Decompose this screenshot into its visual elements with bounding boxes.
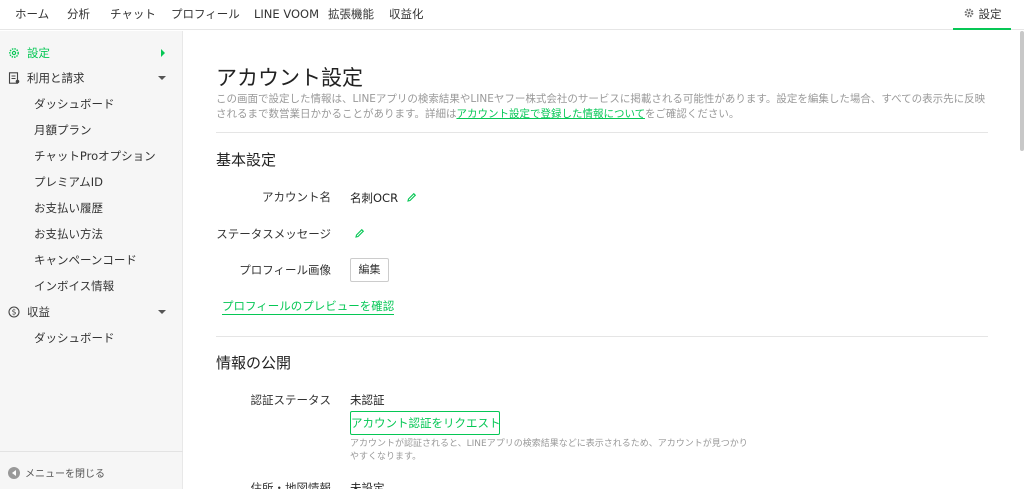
status-message-value [350, 227, 365, 241]
divider [216, 132, 988, 133]
sidebar-item-label: ダッシュボード [34, 97, 115, 111]
pencil-icon[interactable] [406, 192, 417, 203]
sidebar-item-payment-method[interactable]: お支払い方法 [0, 223, 183, 245]
gear-icon [964, 8, 973, 18]
divider [216, 336, 988, 337]
dollar-icon: $ [8, 306, 20, 318]
tab-settings-label: 設定 [978, 7, 1002, 21]
top-nav: ホーム 分析 チャット プロフィール LINE VOOM 拡張機能 収益化 設定 [0, 0, 1024, 30]
tab-extensions[interactable]: 拡張機能 [328, 0, 374, 30]
sidebar-item-label: チャットProオプション [34, 149, 156, 163]
verification-note: アカウントが認証されると、LINEアプリの検索結果などに表示されるため、アカウン… [350, 439, 748, 462]
section-title-basic: 基本設定 [216, 151, 277, 169]
sidebar: 設定 利用と請求 ダッシュボード 月額プラン チャットProオプション プレミア… [0, 31, 183, 489]
status-message-label: ステータスメッセージ [216, 227, 331, 241]
gear-icon [9, 48, 19, 58]
sidebar-item-revenue[interactable]: $ 収益 [0, 301, 183, 323]
sidebar-item-invoice[interactable]: インボイス情報 [0, 275, 183, 297]
chevron-right-icon [161, 49, 165, 57]
tab-settings[interactable]: 設定 [953, 0, 1011, 30]
verify-status-value: 未認証 [350, 393, 385, 407]
pencil-icon[interactable] [354, 228, 365, 239]
chevron-left-icon [8, 467, 20, 479]
sidebar-item-label: キャンペーンコード [34, 253, 137, 267]
tab-profile[interactable]: プロフィール [171, 0, 240, 30]
main-content: アカウント設定 この画面で設定した情報は、LINEアプリの検索結果やLINEヤフ… [184, 31, 1024, 489]
tab-chat[interactable]: チャット [110, 0, 156, 30]
account-name-value: 名刺OCR [350, 190, 417, 206]
address-value: 未設定 [350, 481, 385, 489]
sidebar-item-monthly-plan[interactable]: 月額プラン [0, 119, 183, 141]
section-title-publish: 情報の公開 [216, 354, 292, 372]
sidebar-item-label: ダッシュボード [34, 331, 115, 345]
sidebar-item-campaign-code[interactable]: キャンペーンコード [0, 249, 183, 271]
sidebar-item-payment-history[interactable]: お支払い履歴 [0, 197, 183, 219]
sidebar-item-label: 設定 [27, 46, 50, 60]
edit-button[interactable]: 編集 [350, 258, 389, 282]
sidebar-item-label: 利用と請求 [27, 71, 85, 85]
document-icon [8, 72, 20, 84]
profile-preview-link[interactable]: プロフィールのプレビューを確認 [222, 298, 395, 315]
chevron-down-icon [158, 310, 166, 314]
chevron-down-icon [158, 76, 166, 80]
scrollbar[interactable] [1020, 31, 1024, 151]
tab-monetization[interactable]: 収益化 [389, 0, 424, 30]
account-name-label: アカウント名 [262, 190, 331, 204]
sidebar-item-label: お支払い方法 [34, 227, 103, 241]
verify-status-label: 認証ステータス [250, 393, 332, 407]
sidebar-item-settings[interactable]: 設定 [0, 42, 183, 64]
tab-analytics[interactable]: 分析 [67, 0, 90, 30]
tab-home[interactable]: ホーム [15, 0, 49, 30]
sidebar-item-label: お支払い履歴 [34, 201, 103, 215]
sidebar-item-revenue-dashboard[interactable]: ダッシュボード [0, 327, 183, 349]
description-text: をご確認ください。 [644, 108, 740, 120]
sidebar-item-label: プレミアムID [34, 175, 103, 189]
account-name-text: 名刺OCR [350, 191, 399, 205]
request-verification-button[interactable]: アカウント認証をリクエスト [350, 411, 501, 435]
close-menu-button[interactable]: メニューを閉じる [0, 451, 183, 489]
page-title: アカウント設定 [216, 66, 363, 90]
svg-text:$: $ [12, 308, 17, 317]
account-info-link[interactable]: アカウント設定で登録した情報について [456, 108, 644, 120]
address-label: 住所・地図情報 [250, 481, 332, 489]
sidebar-item-chat-pro[interactable]: チャットProオプション [0, 145, 183, 167]
sidebar-item-label: インボイス情報 [34, 279, 115, 293]
sidebar-item-label: 収益 [27, 305, 50, 319]
page-description: この画面で設定した情報は、LINEアプリの検索結果やLINEヤフー株式会社のサー… [216, 92, 992, 122]
tab-line-voom[interactable]: LINE VOOM [254, 0, 319, 30]
profile-image-label: プロフィール画像 [239, 263, 331, 277]
sidebar-item-dashboard[interactable]: ダッシュボード [0, 93, 183, 115]
sidebar-item-billing[interactable]: 利用と請求 [0, 67, 183, 89]
sidebar-item-label: 月額プラン [34, 123, 92, 137]
sidebar-item-premium-id[interactable]: プレミアムID [0, 171, 183, 193]
close-menu-label: メニューを閉じる [25, 469, 105, 480]
